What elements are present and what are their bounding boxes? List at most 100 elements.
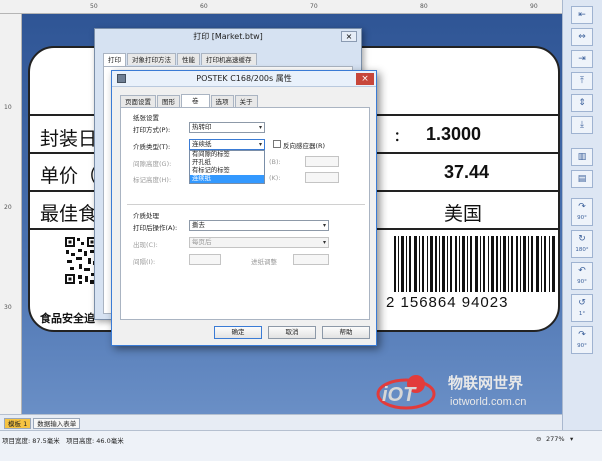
post-print-select[interactable]: 撕去 ▾ <box>189 220 329 231</box>
printer-icon <box>117 74 126 83</box>
reverse-sensor-checkbox[interactable] <box>273 140 281 148</box>
align-top-icon[interactable]: ⤒ <box>571 72 593 90</box>
ruler-mark: 10 <box>4 104 12 111</box>
label-field-pack-date[interactable]: 封装日 <box>40 124 97 151</box>
interval-input[interactable] <box>189 254 221 265</box>
print-method-value: 热转印 <box>192 123 212 131</box>
rotate-label: 1° <box>578 311 586 317</box>
ruler-mark: 90 <box>530 3 538 10</box>
offset-label: (B): <box>269 158 281 166</box>
feed-adjust-label: 进纸调整 <box>251 258 277 266</box>
vertical-ruler: 10 20 30 <box>0 14 22 414</box>
mark-height-label: 标记高度(H): <box>133 176 172 184</box>
rotate-90b-button[interactable]: ↷ 90° <box>571 326 593 354</box>
sheet-tabs: 模板 1 数据输入表单 <box>4 418 81 429</box>
label-value-origin[interactable]: 美国 <box>444 199 482 226</box>
align-middle-icon[interactable]: ⇕ <box>571 94 593 112</box>
rotate-180-button[interactable]: ↻ 180° <box>571 230 593 258</box>
align-left-icon[interactable]: ⇤ <box>571 6 593 24</box>
media-type-select[interactable]: 连续纸 ▾ <box>189 139 265 150</box>
horizontal-ruler: 50 60 70 80 90 <box>0 0 562 14</box>
interval-label: 间隔(I): <box>133 258 156 266</box>
occurrence-select[interactable]: 每页后 ▾ <box>189 237 329 248</box>
watermark-url: iotworld.com.cn <box>450 396 527 408</box>
ruler-mark: 30 <box>4 304 12 311</box>
occurrence-label: 出现(C): <box>133 241 158 249</box>
post-print-label: 打印后操作(A): <box>133 224 178 232</box>
ruler-mark: 80 <box>420 3 428 10</box>
group-paper-heading: 纸张设置 <box>133 114 159 122</box>
tab-graphics[interactable]: 图形 <box>157 95 180 107</box>
chevron-down-icon: ▾ <box>258 124 262 131</box>
print-method-label: 打印方式(P): <box>133 126 171 134</box>
rotate-label: 90° <box>577 343 587 349</box>
close-icon[interactable]: × <box>356 73 374 85</box>
tab-page-setup[interactable]: 页面设置 <box>120 95 156 107</box>
ruler-mark: 50 <box>90 3 98 10</box>
print-dialog-close-icon[interactable]: × <box>341 31 357 42</box>
same-size-icon[interactable]: ▤ <box>571 170 593 188</box>
dropdown-option-selected[interactable]: 连续纸 <box>190 175 264 183</box>
sheet-tab-data-form[interactable]: 数据输入表单 <box>33 418 81 429</box>
dropdown-option[interactable]: 有间隙的标签 <box>190 151 264 159</box>
tab-options[interactable]: 选项 <box>210 95 234 107</box>
rotate-90-button[interactable]: ↷ 90° <box>571 198 593 226</box>
feed-adjust-input[interactable] <box>293 254 329 265</box>
label-footer[interactable]: 食品安全追 <box>40 310 95 326</box>
align-right-icon[interactable]: ⇥ <box>571 50 593 68</box>
chevron-down-icon: ▾ <box>322 222 326 229</box>
ok-button[interactable]: 确定 <box>214 326 262 339</box>
watermark-logo-text: iOT <box>382 384 416 406</box>
alignment-toolbar: ⇤ ⇔ ⇥ ⤒ ⇕ ⤓ ▥ ▤ ↷ 90° ↻ 180° ↶ 90° ↺ 1° ↷ 90° <box>562 0 602 430</box>
chevron-down-icon: ▾ <box>322 239 326 246</box>
rotate-label: 90° <box>577 215 587 221</box>
align-center-icon[interactable]: ⇔ <box>571 28 593 46</box>
gap-height-label: 间隙高度(G): <box>133 160 172 168</box>
zoom-dropdown-icon[interactable]: ▾ <box>570 435 573 443</box>
tab-roll[interactable]: 卷 <box>181 94 210 107</box>
label-field-price[interactable]: 单价（ <box>40 161 97 188</box>
status-bar: 项目宽度: 87.5毫米 项目高度: 46.0毫米 ⊖ 277% ▾ <box>0 430 602 461</box>
watermark: iOT 物联网世界 iotworld.com.cn <box>376 370 560 414</box>
zoom-out-icon[interactable]: ⊖ <box>536 435 541 443</box>
label-field-best-before[interactable]: 最佳食 <box>40 199 97 226</box>
barcode-digits: 2 156864 94023 <box>386 294 509 311</box>
properties-tabs: 页面设置 图形 卷 选项 关于 <box>120 94 258 107</box>
align-bottom-icon[interactable]: ⤓ <box>571 116 593 134</box>
sheet-tab-template[interactable]: 模板 1 <box>4 418 32 429</box>
chevron-down-icon: ▾ <box>258 141 262 148</box>
offset-label: (K): <box>269 174 281 182</box>
media-type-value: 连续纸 <box>192 140 212 148</box>
rotate-label: 90° <box>577 279 587 285</box>
roll-panel: 纸张设置 打印方式(P): 热转印 ▾ 介质类型(T): 连续纸 ▾ 反向感应器… <box>120 107 370 320</box>
tab-object-print-method[interactable]: 对象打印方法 <box>127 53 176 65</box>
offset-input[interactable] <box>305 156 339 167</box>
tab-print[interactable]: 打印 <box>103 53 126 66</box>
rotate-label: 180° <box>575 247 589 253</box>
rotate-1-button[interactable]: ↺ 1° <box>571 294 593 322</box>
distribute-icon[interactable]: ▥ <box>571 148 593 166</box>
dropdown-option[interactable]: 开孔纸 <box>190 159 264 167</box>
tab-about[interactable]: 关于 <box>234 95 258 107</box>
label-value-pack-date[interactable]: 1.3000 <box>426 124 481 145</box>
dropdown-option[interactable]: 有标记的标签 <box>190 167 264 175</box>
help-button[interactable]: 帮助 <box>322 326 370 339</box>
label-value-price[interactable]: 37.44 <box>444 162 489 183</box>
ruler-mark: 60 <box>200 3 208 10</box>
printer-properties-title: POSTEK C168/200s 属性 <box>112 71 376 87</box>
offset-input[interactable] <box>305 172 339 183</box>
ruler-mark: 70 <box>310 3 318 10</box>
reverse-sensor-label: 反向感应器(R) <box>283 142 326 150</box>
ruler-mark: 20 <box>4 204 12 211</box>
print-method-select[interactable]: 热转印 ▾ <box>189 122 265 133</box>
qr-code[interactable] <box>64 236 98 286</box>
rotate-ccw-button[interactable]: ↶ 90° <box>571 262 593 290</box>
media-type-dropdown[interactable]: 有间隙的标签 开孔纸 有标记的标签 连续纸 <box>189 150 265 184</box>
tab-printer-cache[interactable]: 打印机高速缓存 <box>201 53 257 65</box>
printer-properties-dialog[interactable]: POSTEK C168/200s 属性 × 页面设置 图形 卷 选项 关于 纸张… <box>111 70 377 346</box>
status-width: 项目宽度: 87.5毫米 <box>2 437 60 445</box>
cancel-button[interactable]: 取消 <box>268 326 316 339</box>
zoom-level[interactable]: 277% <box>546 435 565 443</box>
label-colon: ： <box>394 129 408 144</box>
tab-performance[interactable]: 性能 <box>177 53 200 65</box>
